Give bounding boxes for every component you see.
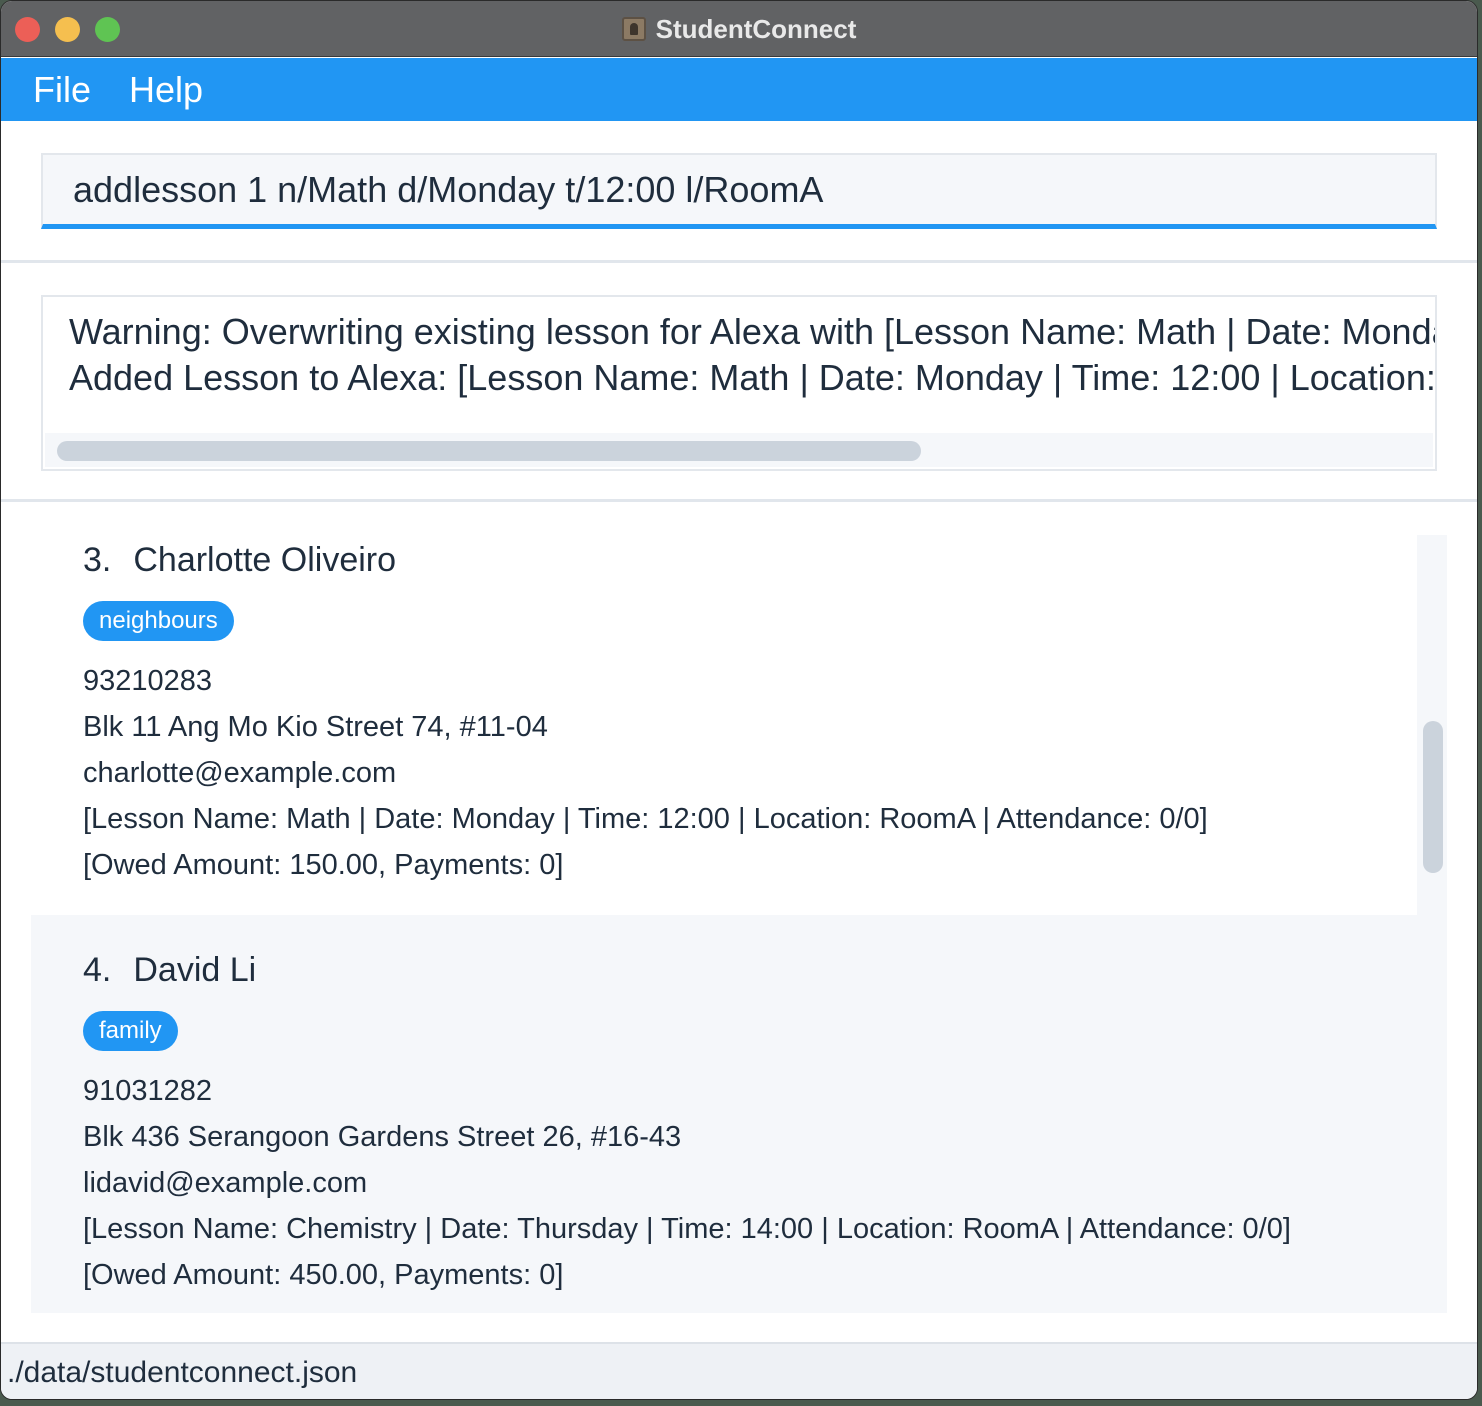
- person-payment: [Owed Amount: 450.00, Payments: 0]: [83, 1259, 564, 1291]
- person-name: David Li: [133, 951, 257, 989]
- menu-help[interactable]: Help: [129, 69, 203, 111]
- command-input-value: addlesson 1 n/Math d/Monday t/12:00 l/Ro…: [73, 168, 824, 210]
- result-line-warning: Warning: Overwriting existing lesson for…: [69, 311, 1437, 352]
- person-address: Blk 436 Serangoon Gardens Street 26, #16…: [83, 1121, 682, 1153]
- person-address: Blk 11 Ang Mo Kio Street 74, #11-04: [83, 711, 548, 743]
- person-name-row: 3. Charlotte Oliveiro: [83, 541, 396, 580]
- person-lesson: [Lesson Name: Math | Date: Monday | Time…: [83, 803, 1208, 835]
- command-input[interactable]: addlesson 1 n/Math d/Monday t/12:00 l/Ro…: [41, 153, 1437, 229]
- window-title: StudentConnect: [655, 13, 857, 44]
- person-card[interactable]: 4. David Li family 91031282 Blk 436 Seran…: [31, 915, 1417, 1313]
- person-phone: 91031282: [83, 1075, 213, 1107]
- title-bar[interactable]: StudentConnect: [1, 1, 1477, 57]
- status-file-path: ./data/studentconnect.json: [7, 1355, 358, 1389]
- window-title-group: StudentConnect: [1, 1, 1477, 57]
- menu-bar: File Help: [1, 58, 1477, 121]
- person-list: 3. Charlotte Oliveiro neighbours 93210283…: [31, 535, 1447, 1313]
- status-bar: ./data/studentconnect.json: [1, 1342, 1477, 1399]
- menu-file[interactable]: File: [33, 69, 91, 111]
- result-line-added: Added Lesson to Alexa: [Lesson Name: Mat…: [69, 357, 1437, 398]
- app-icon: [621, 17, 646, 41]
- tag-badge: family: [83, 1011, 178, 1051]
- person-email: charlotte@example.com: [83, 757, 397, 789]
- person-name-row: 4. David Li: [83, 951, 256, 990]
- person-index: 4.: [83, 951, 112, 989]
- person-name: Charlotte Oliveiro: [133, 541, 397, 579]
- person-lesson: [Lesson Name: Chemistry | Date: Thursday…: [83, 1213, 1291, 1245]
- person-email: lidavid@example.com: [83, 1167, 368, 1199]
- person-index: 3.: [83, 541, 112, 579]
- person-card[interactable]: 3. Charlotte Oliveiro neighbours 93210283…: [31, 535, 1417, 915]
- tag-badge: neighbours: [83, 601, 234, 641]
- app-window: StudentConnect File Help addlesson 1 n/M…: [0, 0, 1478, 1400]
- horizontal-scrollbar[interactable]: [45, 433, 1433, 467]
- horizontal-scrollbar-thumb[interactable]: [57, 441, 921, 461]
- command-section: addlesson 1 n/Math d/Monday t/12:00 l/Ro…: [1, 121, 1477, 263]
- person-phone: 93210283: [83, 665, 213, 697]
- person-list-section: 3. Charlotte Oliveiro neighbours 93210283…: [1, 504, 1477, 1342]
- vertical-scrollbar[interactable]: [1417, 535, 1447, 1313]
- result-section: Warning: Overwriting existing lesson for…: [1, 266, 1477, 502]
- result-display[interactable]: Warning: Overwriting existing lesson for…: [41, 295, 1437, 471]
- vertical-scrollbar-thumb[interactable]: [1423, 721, 1443, 873]
- person-payment: [Owed Amount: 150.00, Payments: 0]: [83, 849, 564, 881]
